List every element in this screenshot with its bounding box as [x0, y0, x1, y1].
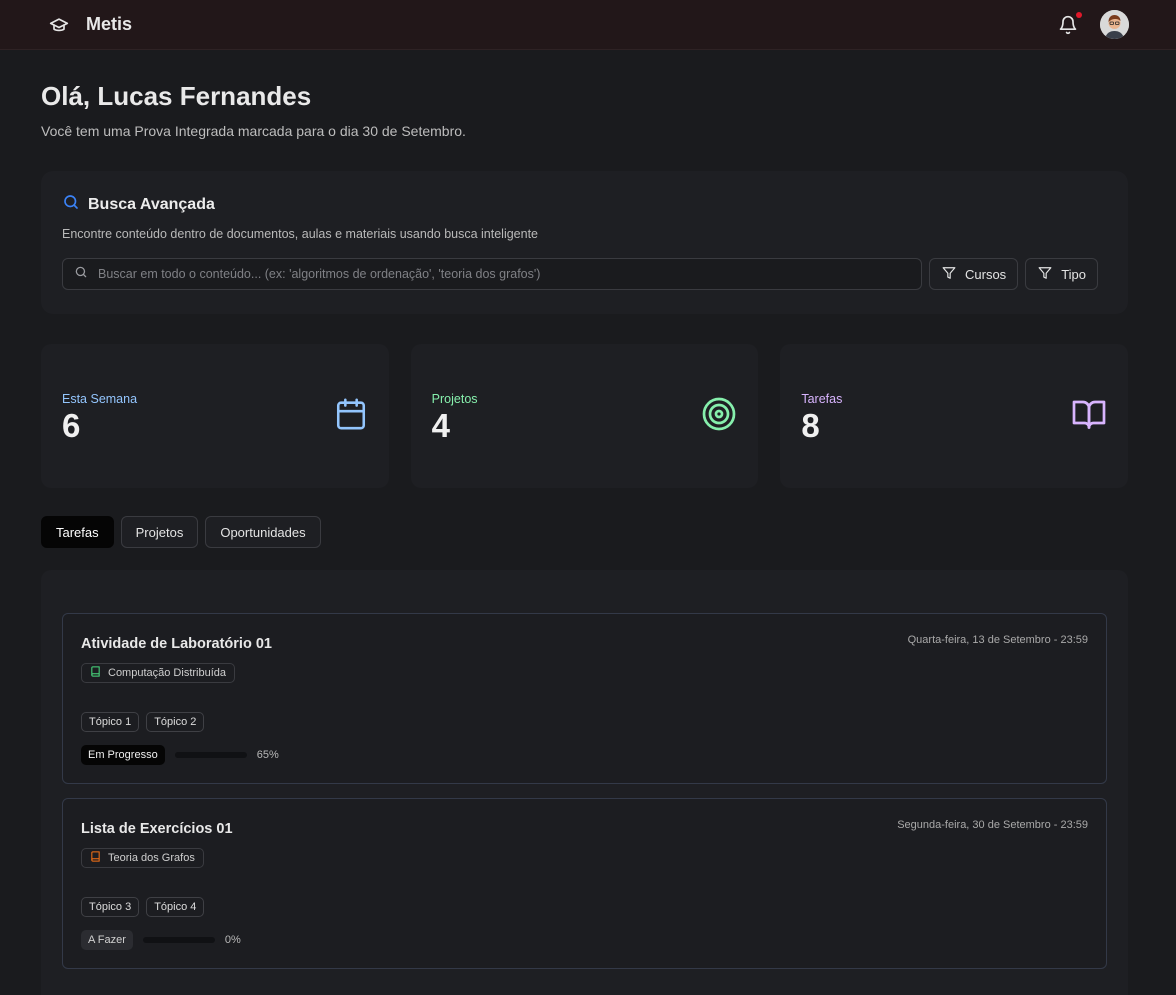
stat-card-tasks: Tarefas 8 — [780, 344, 1129, 488]
book-icon — [90, 851, 101, 865]
course-badge[interactable]: Computação Distribuída — [81, 663, 236, 683]
page-title: Olá, Lucas Fernandes — [41, 81, 312, 111]
course-name: Computação Distribuída — [108, 667, 227, 679]
stat-value: 8 — [801, 406, 820, 444]
progress-percent: 65% — [256, 749, 279, 761]
search-title: Busca Avançada — [88, 195, 215, 213]
filter-icon — [942, 266, 956, 283]
search-field[interactable] — [62, 258, 922, 290]
stat-card-projects: Projetos 4 — [410, 344, 759, 488]
topic-tag[interactable]: Tópico 2 — [146, 712, 205, 732]
brand[interactable]: Metis — [48, 14, 132, 36]
progress-bar — [174, 752, 247, 758]
topic-tag[interactable]: Tópico 1 — [81, 712, 140, 732]
stat-label: Esta Semana — [62, 391, 138, 406]
book-icon — [90, 666, 101, 680]
progress-bar — [142, 937, 215, 943]
search-description: Encontre conteúdo dentro de documentos, … — [62, 227, 539, 241]
tab-oportunidades[interactable]: Oportunidades — [205, 516, 321, 548]
progress-percent: 0% — [224, 934, 241, 946]
task-card[interactable]: Lista de Exercícios 01 Segunda-feira, 30… — [62, 798, 1107, 969]
avatar[interactable] — [1100, 10, 1129, 39]
top-bar: Metis — [0, 0, 1176, 50]
calendar-icon — [334, 397, 368, 436]
task-due-date: Segunda-feira, 30 de Setembro - 23:59 — [897, 819, 1088, 831]
tasks-panel: Atividade de Laboratório 01 Quarta-feira… — [41, 570, 1128, 995]
status-badge: Em Progresso — [81, 745, 165, 765]
stat-label: Tarefas — [801, 391, 843, 406]
app-name: Metis — [86, 14, 133, 34]
bell-icon — [1058, 15, 1078, 39]
task-due-date: Quarta-feira, 13 de Setembro - 23:59 — [907, 634, 1088, 646]
courses-filter-button[interactable]: Cursos — [929, 258, 1019, 290]
stat-value: 4 — [431, 406, 451, 444]
page-subtitle: Você tem uma Prova Integrada marcada par… — [41, 123, 466, 139]
course-name: Teoria dos Grafos — [108, 852, 195, 864]
type-filter-label: Tipo — [1061, 266, 1086, 282]
search-input-icon — [74, 265, 88, 284]
courses-filter-label: Cursos — [965, 266, 1007, 282]
search-icon — [62, 193, 80, 216]
notification-dot — [1076, 11, 1082, 18]
stat-value: 6 — [62, 406, 81, 444]
topic-tag[interactable]: Tópico 4 — [146, 897, 205, 917]
stat-label: Projetos — [431, 391, 478, 406]
book-icon — [1071, 396, 1107, 437]
stats-row: Esta Semana 6 Projetos 4 Tarefas 8 — [41, 344, 1129, 488]
progress-bar-fill — [174, 752, 222, 758]
type-filter-button[interactable]: Tipo — [1025, 258, 1098, 290]
task-card[interactable]: Atividade de Laboratório 01 Quarta-feira… — [62, 613, 1107, 784]
content-tabs: Tarefas Projetos Oportunidades — [41, 516, 1128, 548]
topic-tag[interactable]: Tópico 3 — [81, 897, 140, 917]
graduation-cap-icon — [48, 14, 70, 36]
advanced-search-card: Busca Avançada Encontre conteúdo dentro … — [41, 171, 1128, 314]
notifications-button[interactable] — [1058, 11, 1082, 35]
target-icon — [701, 396, 737, 437]
stat-card-week: Esta Semana 6 — [41, 344, 389, 488]
search-input[interactable] — [98, 267, 921, 281]
course-badge[interactable]: Teoria dos Grafos — [81, 848, 204, 868]
tab-projetos[interactable]: Projetos — [120, 516, 199, 548]
status-badge: A Fazer — [81, 930, 133, 950]
tab-tarefas[interactable]: Tarefas — [41, 516, 114, 548]
filter-icon — [1038, 266, 1052, 283]
